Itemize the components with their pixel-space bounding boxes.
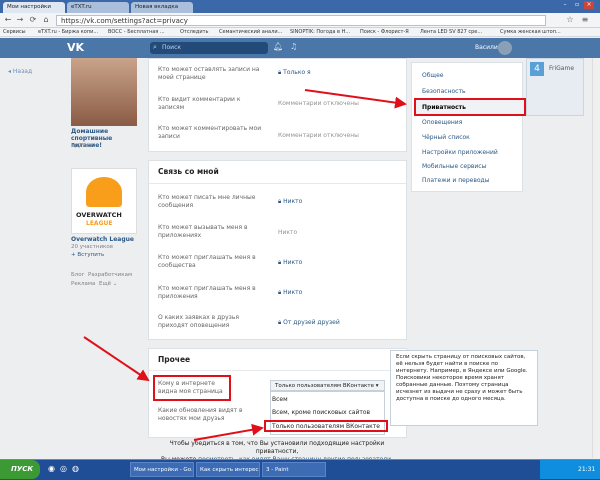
arrow-to-privacy [304,89,407,109]
taskbar-item[interactable]: 3 - Paint [262,462,326,477]
arrow-to-option [193,423,264,441]
clock: 21:31 [578,466,596,473]
annotation-arrows [83,89,407,441]
taskbar-item[interactable]: Как скрыть интерес... [196,462,260,477]
taskbar-item[interactable]: Мои настройки - Go... [130,462,194,477]
start-button[interactable]: ПУСК [0,460,40,479]
quicklaunch-icon[interactable]: ◍ [72,464,79,473]
quicklaunch-icon[interactable]: ◉ [48,464,55,473]
arrow-to-visibility [83,336,150,382]
quicklaunch-icon[interactable]: ◎ [60,464,67,473]
